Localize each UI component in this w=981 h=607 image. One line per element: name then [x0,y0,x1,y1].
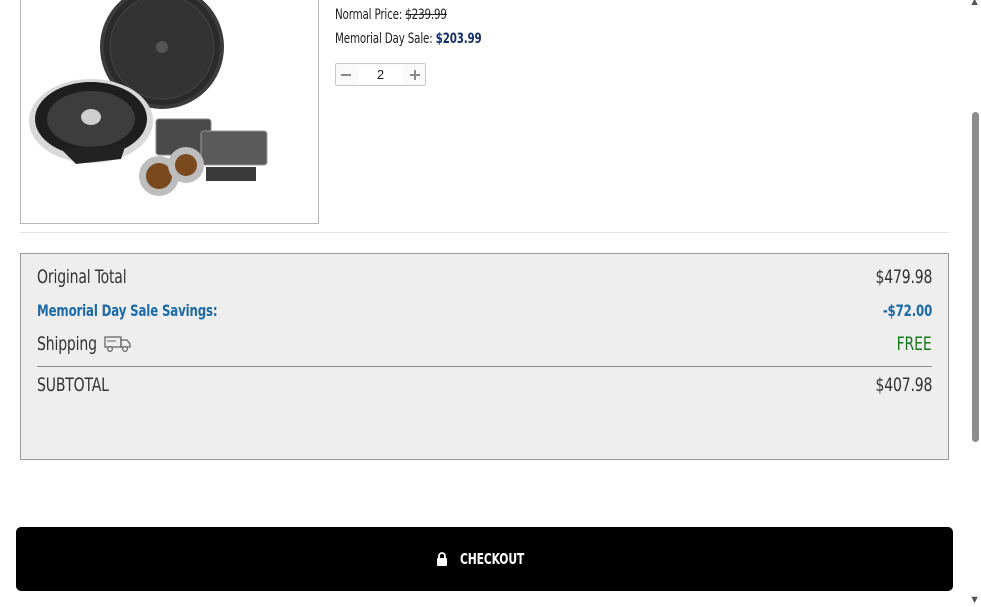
scrollbar-thumb[interactable] [972,112,979,442]
savings-label: Memorial Day Sale Savings: [37,301,218,320]
quantity-stepper[interactable]: 2 [335,63,426,86]
order-summary: Original Total $479.98 Memorial Day Sale… [20,253,949,460]
scroll-down-icon[interactable]: ▼ [969,594,980,606]
scrollbar[interactable]: ▲ ▼ [969,0,981,607]
decrease-quantity-button[interactable] [336,64,356,85]
subtotal-row: SUBTOTAL $407.98 [37,374,932,396]
normal-price-line: Normal Price: $239.99 [335,7,447,23]
product-image[interactable] [20,0,319,224]
checkout-button[interactable]: CHECKOUT [16,527,953,591]
scroll-up-icon[interactable]: ▲ [969,0,980,8]
original-total-value: $479.98 [875,266,932,288]
quantity-value[interactable]: 2 [358,65,403,84]
sale-price-line: Memorial Day Sale: $203.99 [335,31,482,47]
subtotal-label: SUBTOTAL [37,374,109,396]
shipping-row: Shipping FREE [37,333,932,355]
subtotal-divider [37,366,932,367]
normal-price-label: Normal Price: [335,7,403,23]
truck-icon [104,336,131,352]
sale-price-value: $203.99 [435,31,482,47]
checkout-label: CHECKOUT [460,550,525,568]
speaker-kit-image [29,0,268,196]
normal-price-value: $239.99 [405,7,447,23]
divider [20,232,949,233]
increase-quantity-button[interactable] [405,64,425,85]
plus-icon [410,69,420,80]
sale-price-label: Memorial Day Sale: [335,31,433,47]
subtotal-value: $407.98 [875,374,932,396]
shipping-label: Shipping [37,333,97,355]
shipping-value: FREE [897,333,932,355]
savings-value: -$72.00 [882,301,932,320]
minus-icon [341,73,351,76]
original-total-row: Original Total $479.98 [37,266,932,288]
lock-icon [437,552,448,566]
savings-row: Memorial Day Sale Savings: -$72.00 [37,301,932,320]
original-total-label: Original Total [37,266,127,288]
